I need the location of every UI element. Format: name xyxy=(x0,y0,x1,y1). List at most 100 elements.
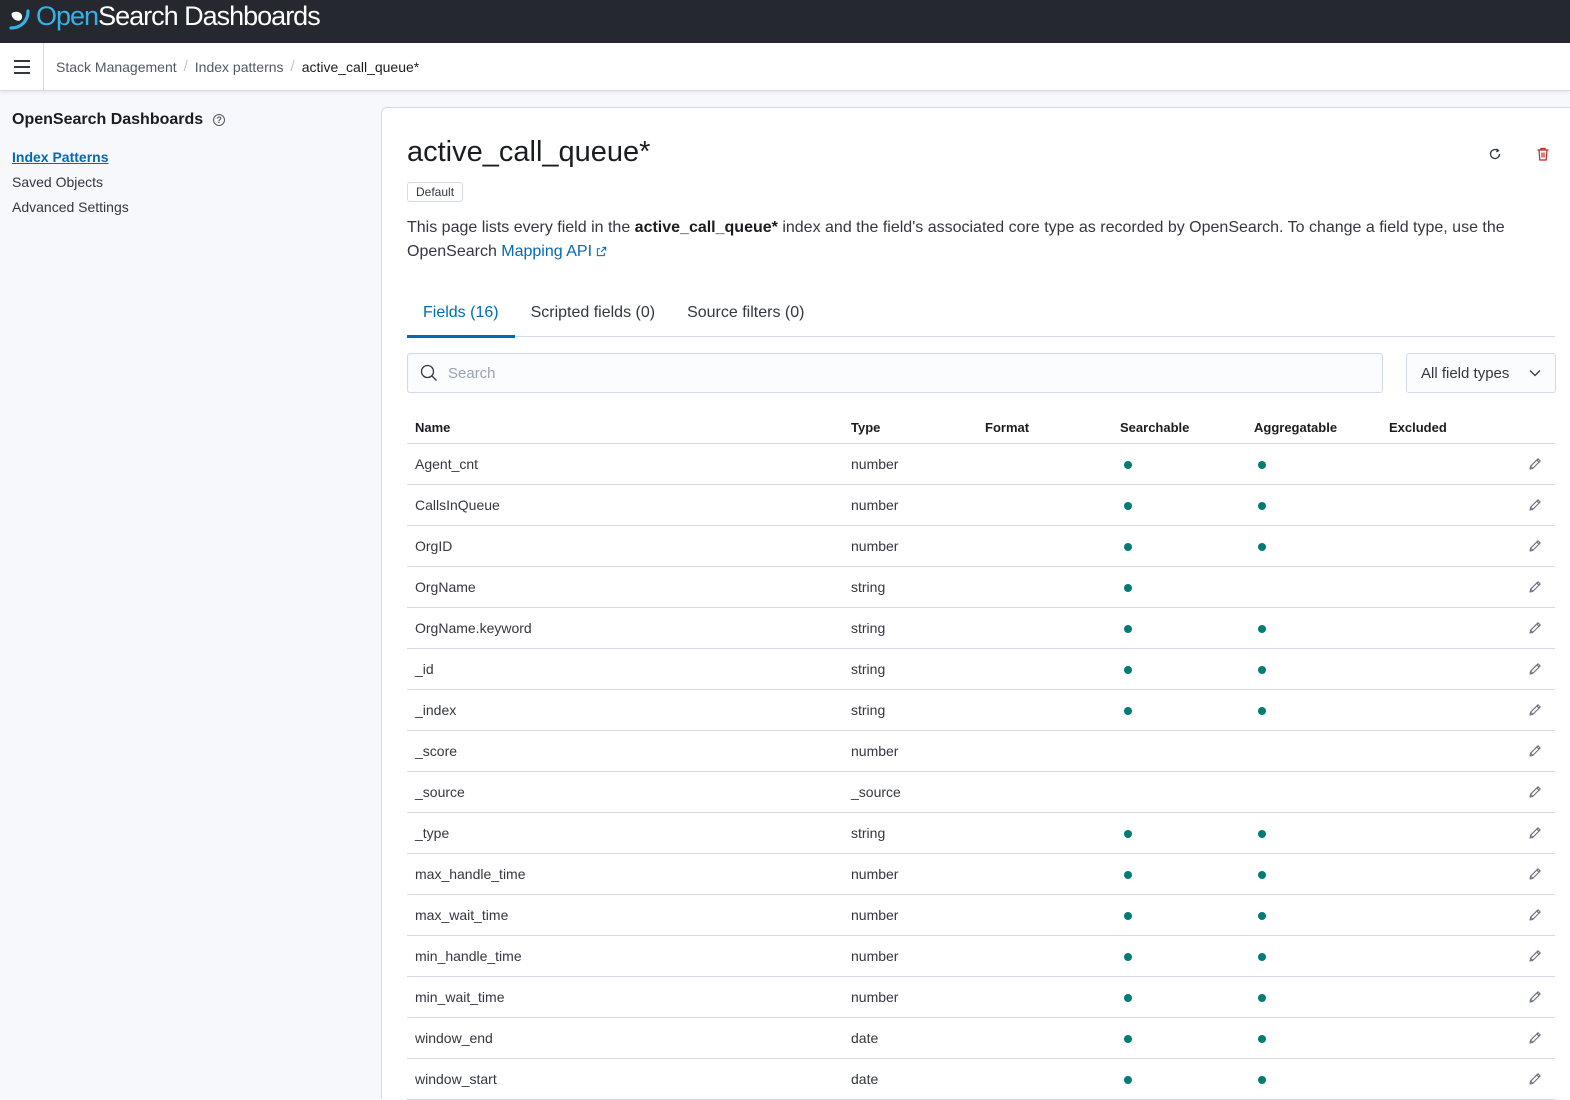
delete-button[interactable] xyxy=(1533,144,1553,164)
search-field xyxy=(407,353,1383,393)
sidebar-item-advanced-settings[interactable]: Advanced Settings xyxy=(12,195,372,220)
searchable-dot-icon xyxy=(1124,1076,1132,1084)
edit-field-button[interactable] xyxy=(1515,497,1555,513)
searchable-dot-icon xyxy=(1124,1035,1132,1043)
table-row: min_handle_time number xyxy=(407,936,1555,977)
breadcrumb-index-patterns[interactable]: Index patterns xyxy=(195,59,284,75)
field-type: _source xyxy=(851,784,901,800)
opensearch-logo[interactable]: OpenSearch Dashboards xyxy=(8,0,321,43)
chevron-down-icon xyxy=(1529,370,1541,377)
page-description: This page lists every field in the activ… xyxy=(407,219,1505,260)
edit-field-button[interactable] xyxy=(1515,784,1555,800)
breadcrumb-separator: / xyxy=(183,58,188,75)
field-type: string xyxy=(851,702,886,718)
menu-toggle-button[interactable] xyxy=(0,42,44,91)
field-name: CallsInQueue xyxy=(415,497,500,513)
edit-field-button[interactable] xyxy=(1515,743,1555,759)
pencil-icon xyxy=(1529,581,1541,593)
aggregatable-cell xyxy=(1246,866,1381,882)
index-name-bold: active_call_queue* xyxy=(634,219,778,236)
field-type: number xyxy=(851,456,899,472)
table-row: Agent_cnt number xyxy=(407,444,1555,485)
searchable-dot-icon xyxy=(1124,953,1132,961)
table-row: window_start date xyxy=(407,1059,1555,1100)
field-type: number xyxy=(851,866,899,882)
table-row: OrgID number xyxy=(407,526,1555,567)
field-type: string xyxy=(851,661,886,677)
pencil-icon xyxy=(1529,540,1541,552)
edit-field-button[interactable] xyxy=(1515,1030,1555,1046)
aggregatable-cell xyxy=(1246,456,1381,472)
pencil-icon xyxy=(1529,458,1541,470)
searchable-cell xyxy=(1112,538,1246,554)
sidebar-item-saved-objects[interactable]: Saved Objects xyxy=(12,170,372,195)
field-type: number xyxy=(851,948,899,964)
edit-field-button[interactable] xyxy=(1515,620,1555,636)
column-header-excluded[interactable]: Excluded xyxy=(1381,420,1515,435)
table-row: OrgName string xyxy=(407,567,1555,608)
field-name: _score xyxy=(415,743,458,759)
field-name: OrgName xyxy=(415,579,476,595)
field-name: _index xyxy=(415,702,457,718)
aggregatable-cell xyxy=(1246,497,1381,513)
searchable-cell xyxy=(1112,456,1246,472)
searchable-cell xyxy=(1112,825,1246,841)
field-type-select[interactable]: All field types xyxy=(1406,353,1556,393)
field-name: max_wait_time xyxy=(415,907,509,923)
edit-field-button[interactable] xyxy=(1515,702,1555,718)
aggregatable-cell xyxy=(1246,948,1381,964)
edit-field-button[interactable] xyxy=(1515,948,1555,964)
edit-field-button[interactable] xyxy=(1515,456,1555,472)
field-name: OrgName.keyword xyxy=(415,620,532,636)
pencil-icon xyxy=(1529,868,1541,880)
column-header-name[interactable]: Name xyxy=(407,420,843,435)
edit-field-button[interactable] xyxy=(1515,661,1555,677)
edit-field-button[interactable] xyxy=(1515,866,1555,882)
sidebar-item-index-patterns[interactable]: Index Patterns xyxy=(12,145,372,170)
table-row: _source _source xyxy=(407,772,1555,813)
breadcrumb-bar: Stack Management / Index patterns / acti… xyxy=(0,42,1570,91)
refresh-button[interactable] xyxy=(1485,144,1505,164)
tab-scripted-fields[interactable]: Scripted fields (0) xyxy=(515,293,672,337)
aggregatable-cell xyxy=(1246,538,1381,554)
mapping-api-link[interactable]: Mapping API xyxy=(501,243,607,260)
table-header: Name Type Format Searchable Aggregatable… xyxy=(407,412,1555,444)
sidebar-title-text: OpenSearch Dashboards xyxy=(12,111,204,128)
searchable-dot-icon xyxy=(1124,461,1132,469)
aggregatable-dot-icon xyxy=(1258,994,1266,1002)
field-type: date xyxy=(851,1030,879,1046)
field-name: _id xyxy=(415,661,434,677)
aggregatable-cell xyxy=(1246,1071,1381,1087)
field-type: string xyxy=(851,825,886,841)
searchable-cell xyxy=(1112,661,1246,677)
field-name: window_end xyxy=(415,1030,493,1046)
main-panel: active_call_queue* Default This page lis… xyxy=(381,107,1570,1100)
field-name: OrgID xyxy=(415,538,453,554)
help-icon[interactable]: ? xyxy=(213,114,226,126)
column-header-format[interactable]: Format xyxy=(977,420,1112,435)
column-header-aggregatable[interactable]: Aggregatable xyxy=(1246,420,1381,435)
search-icon xyxy=(420,364,437,381)
search-input[interactable] xyxy=(448,364,1348,382)
pencil-icon xyxy=(1529,991,1541,1003)
edit-field-button[interactable] xyxy=(1515,907,1555,923)
edit-field-button[interactable] xyxy=(1515,989,1555,1005)
sidebar-title: OpenSearch Dashboards ? xyxy=(12,108,372,132)
field-type: string xyxy=(851,579,886,595)
edit-field-button[interactable] xyxy=(1515,538,1555,554)
breadcrumb-stack-management[interactable]: Stack Management xyxy=(56,59,177,75)
field-type: number xyxy=(851,538,899,554)
edit-field-button[interactable] xyxy=(1515,1071,1555,1087)
breadcrumb-current: active_call_queue* xyxy=(301,58,420,75)
aggregatable-cell xyxy=(1246,702,1381,718)
tab-fields[interactable]: Fields (16) xyxy=(407,293,515,338)
field-name: _source xyxy=(415,784,465,800)
column-header-type[interactable]: Type xyxy=(843,420,977,435)
column-header-searchable[interactable]: Searchable xyxy=(1112,420,1246,435)
edit-field-button[interactable] xyxy=(1515,579,1555,595)
fields-table: Name Type Format Searchable Aggregatable… xyxy=(407,412,1555,1100)
external-link-icon xyxy=(597,246,607,257)
edit-field-button[interactable] xyxy=(1515,825,1555,841)
tab-source-filters[interactable]: Source filters (0) xyxy=(671,293,820,337)
searchable-dot-icon xyxy=(1124,502,1132,510)
